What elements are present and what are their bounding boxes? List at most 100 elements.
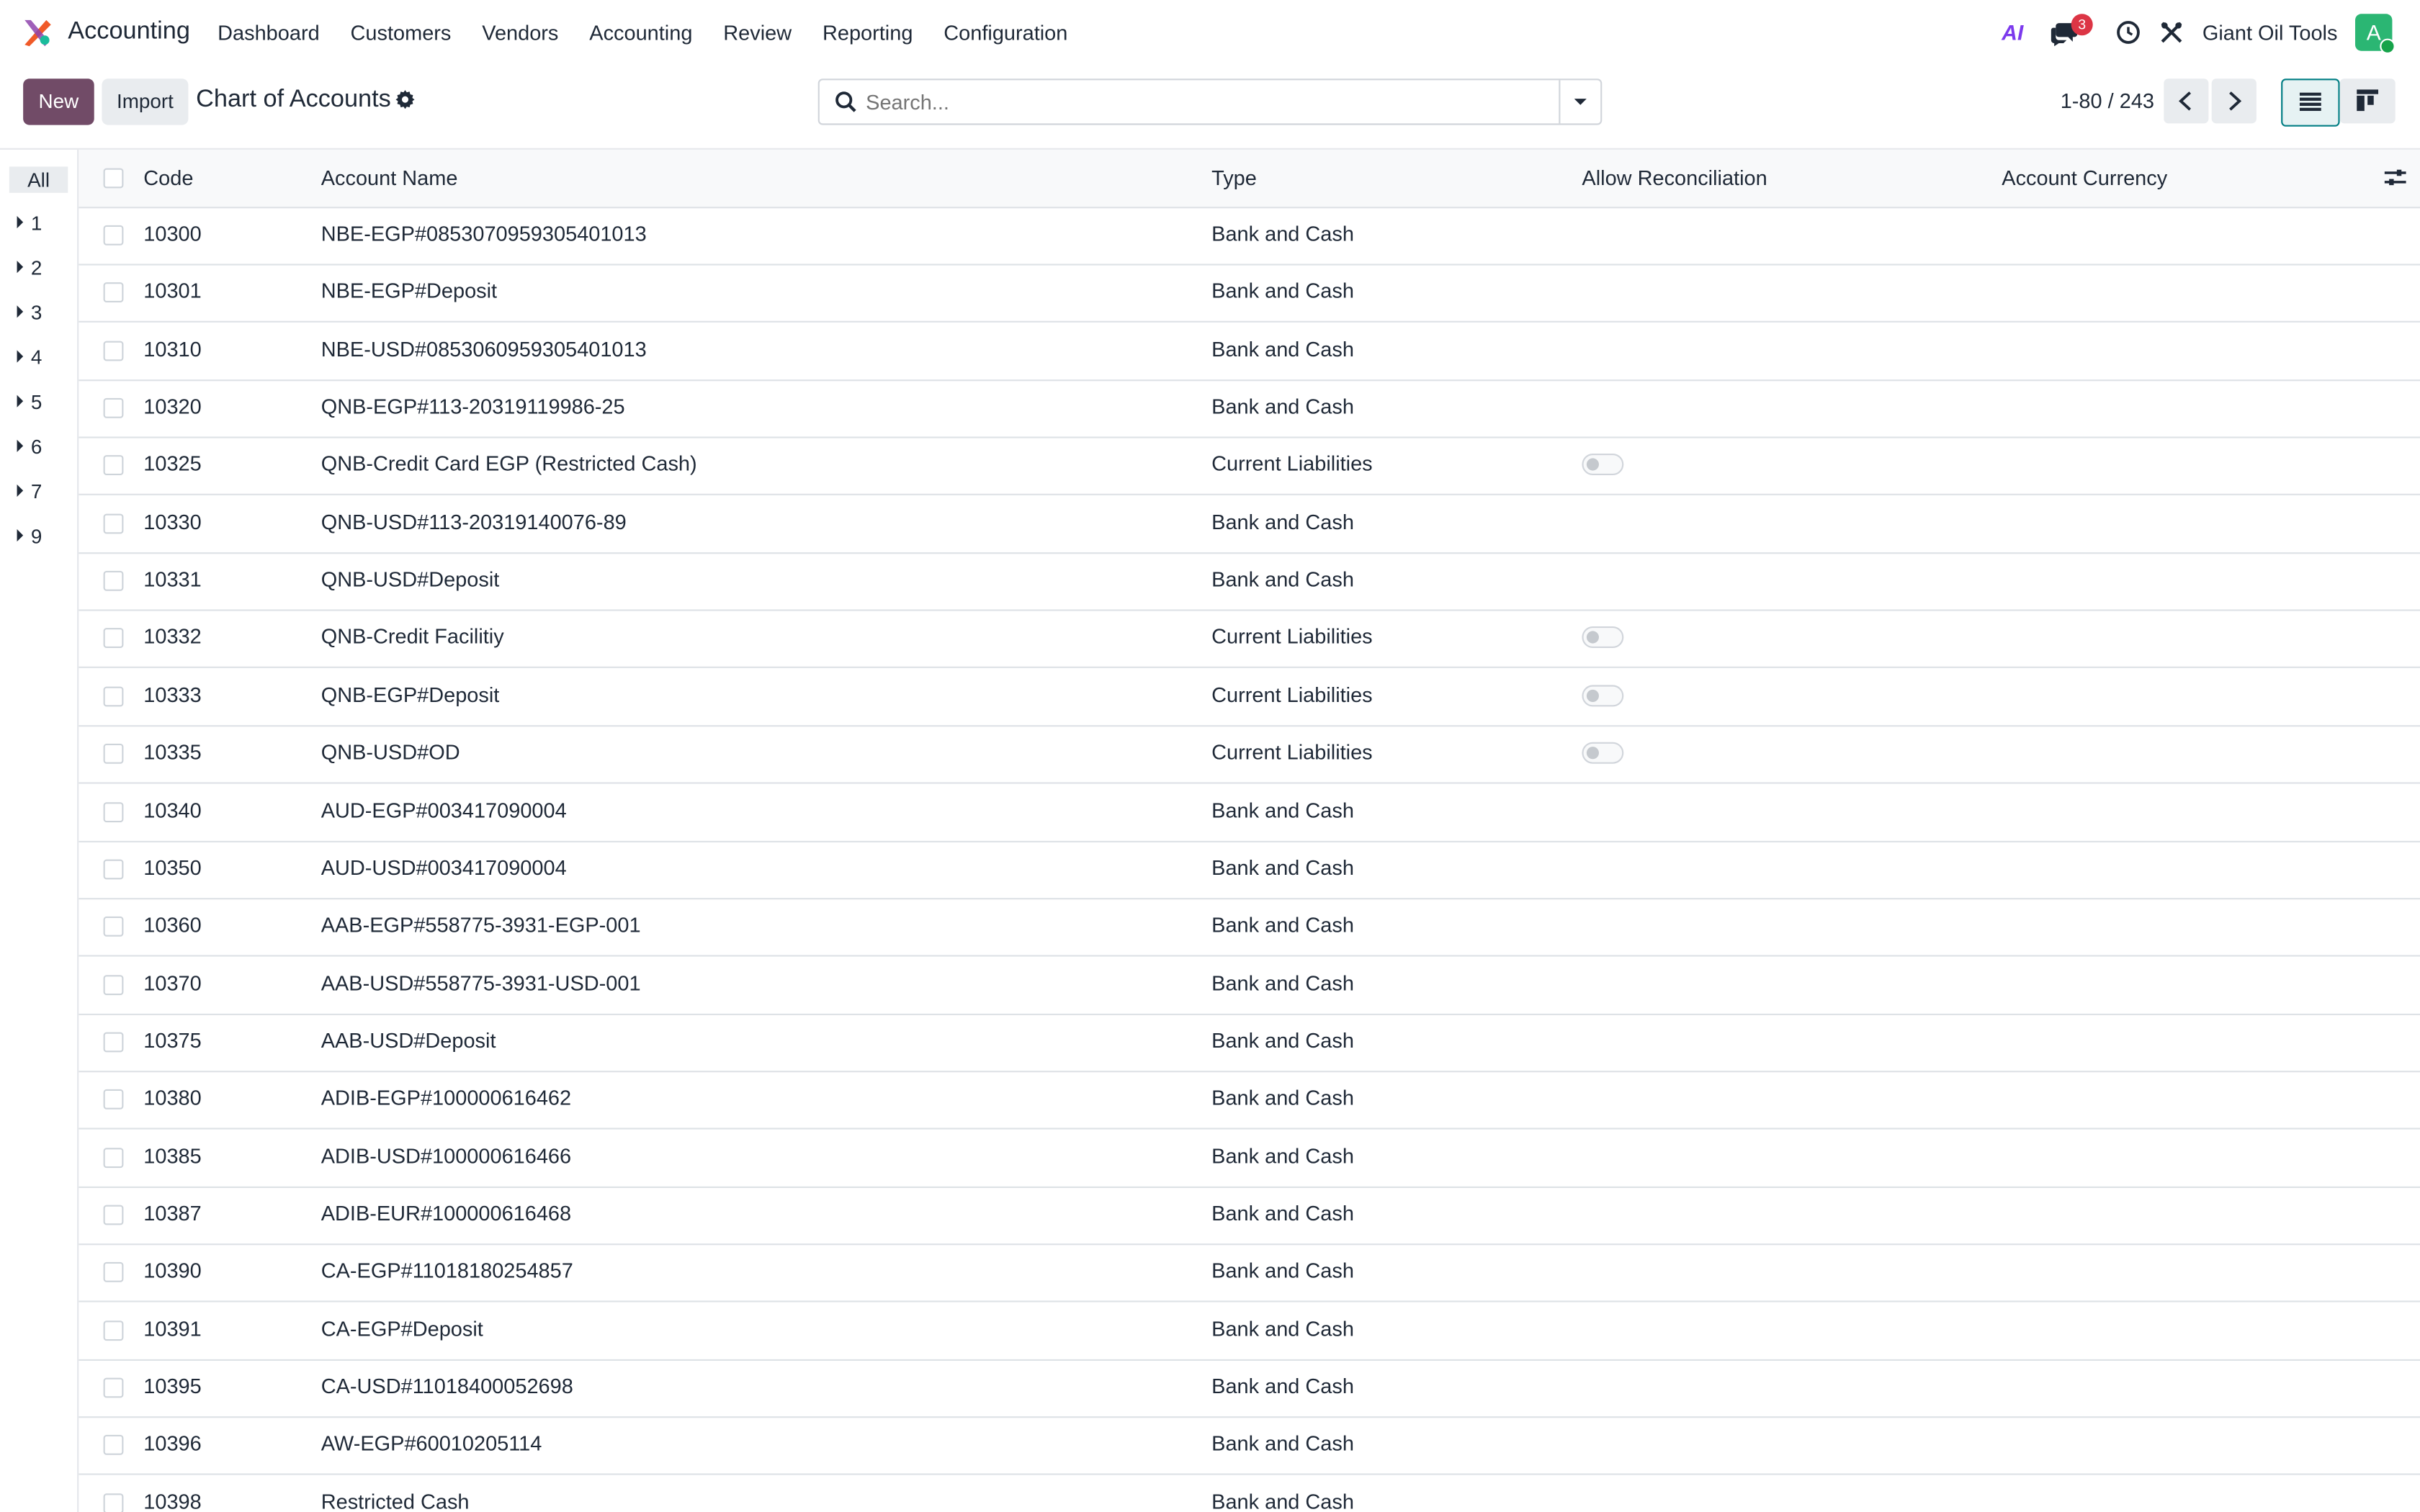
- row-checkbox[interactable]: [103, 513, 124, 534]
- gear-icon[interactable]: [395, 89, 416, 109]
- row-checkbox[interactable]: [103, 801, 124, 822]
- row-checkbox[interactable]: [103, 1493, 124, 1512]
- row-checkbox[interactable]: [103, 974, 124, 995]
- sidebar-item-label: 9: [30, 524, 42, 548]
- menu-item-vendors[interactable]: Vendors: [482, 22, 558, 45]
- row-checkbox[interactable]: [103, 1262, 124, 1283]
- table-row[interactable]: 10396 AW-EGP#60010205114 Bank and Cash: [79, 1417, 2420, 1476]
- pager-next-button[interactable]: [2211, 78, 2257, 124]
- row-checkbox[interactable]: [103, 1032, 124, 1053]
- table-row[interactable]: 10330 QNB-USD#113-20319140076-89 Bank and …: [79, 495, 2420, 554]
- row-checkbox[interactable]: [103, 1377, 124, 1398]
- sidebar-item-all[interactable]: All: [9, 166, 68, 193]
- cell-code: 10350: [143, 855, 202, 880]
- table-row[interactable]: 10331 QNB-USD#Deposit Bank and Cash: [79, 552, 2420, 611]
- row-checkbox[interactable]: [103, 1435, 124, 1456]
- row-checkbox[interactable]: [103, 1205, 124, 1225]
- search-divider: [1559, 80, 1561, 124]
- table-row[interactable]: 10380 ADIB-EGP#100000616462 Bank and Cash: [79, 1071, 2420, 1130]
- table-row[interactable]: 10360 AAB-EGP#558775-3931-EGP-001 Bank and…: [79, 899, 2420, 957]
- table-row[interactable]: 10395 CA-USD#11018400052698 Bank and Cash: [79, 1359, 2420, 1418]
- search-input[interactable]: [866, 80, 1545, 124]
- list-view-button[interactable]: [2281, 78, 2340, 127]
- table-row[interactable]: 10387 ADIB-EUR#100000616468 Bank and Cash: [79, 1187, 2420, 1246]
- table-row[interactable]: 10320 QNB-EGP#113-20319119986-25 Bank and …: [79, 379, 2420, 438]
- menu-item-accounting[interactable]: Accounting: [589, 22, 692, 45]
- page-title: Chart of Accounts: [196, 86, 391, 113]
- menu-item-customers[interactable]: Customers: [351, 22, 452, 45]
- table-row[interactable]: 10335 QNB-USD#OD Current Liabilities: [79, 725, 2420, 784]
- optional-columns-icon[interactable]: [2384, 166, 2406, 188]
- group-sidebar: All 1 2 3 4 5 6 7 9: [0, 149, 79, 1512]
- row-checkbox[interactable]: [103, 917, 124, 937]
- row-checkbox[interactable]: [103, 340, 124, 361]
- table-row[interactable]: 10350 AUD-USD#003417090004 Bank and Cash: [79, 841, 2420, 899]
- allow-reconciliation-toggle[interactable]: [1582, 742, 1624, 765]
- menu-item-configuration[interactable]: Configuration: [944, 22, 1067, 45]
- cell-account-name: NBE-USD#0853060959305401013: [321, 337, 647, 361]
- allow-reconciliation-toggle[interactable]: [1582, 454, 1624, 476]
- top-navbar: Accounting Dashboard Customers Vendors A…: [0, 0, 2420, 67]
- tools-icon[interactable]: [2159, 20, 2184, 45]
- ai-icon[interactable]: AI: [2002, 20, 2023, 45]
- table-row[interactable]: 10333 QNB-EGP#Deposit Current Liabilities: [79, 667, 2420, 726]
- table-row[interactable]: 10375 AAB-USD#Deposit Bank and Cash: [79, 1014, 2420, 1073]
- table-row[interactable]: 10301 NBE-EGP#Deposit Bank and Cash: [79, 264, 2420, 323]
- accounting-app-icon[interactable]: [22, 17, 53, 48]
- cell-account-name: CA-EGP#11018180254857: [321, 1259, 573, 1283]
- kanban-view-button[interactable]: [2339, 78, 2396, 124]
- company-name[interactable]: Giant Oil Tools: [2202, 22, 2338, 45]
- sidebar-item-3[interactable]: 3: [17, 301, 42, 324]
- row-checkbox[interactable]: [103, 225, 124, 246]
- row-checkbox[interactable]: [103, 397, 124, 418]
- table-row[interactable]: 10310 NBE-USD#0853060959305401013 Bank and…: [79, 322, 2420, 381]
- column-header-account-currency[interactable]: Account Currency: [2002, 166, 2167, 189]
- row-checkbox[interactable]: [103, 571, 124, 591]
- menu-item-reporting[interactable]: Reporting: [823, 22, 913, 45]
- row-checkbox[interactable]: [103, 629, 124, 649]
- row-checkbox[interactable]: [103, 1147, 124, 1168]
- table-row[interactable]: 10390 CA-EGP#11018180254857 Bank and Cash: [79, 1244, 2420, 1303]
- table-row[interactable]: 10332 QNB-Credit Facilitiy Current Liabili…: [79, 610, 2420, 669]
- table-row[interactable]: 10391 CA-EGP#Deposit Bank and Cash: [79, 1302, 2420, 1361]
- row-checkbox[interactable]: [103, 686, 124, 706]
- menu-item-review[interactable]: Review: [723, 22, 792, 45]
- table-row[interactable]: 10370 AAB-USD#558775-3931-USD-001 Bank and…: [79, 956, 2420, 1015]
- sidebar-item-2[interactable]: 2: [17, 256, 42, 279]
- table-row[interactable]: 10398 Restricted Cash Bank and Cash: [79, 1475, 2420, 1512]
- sidebar-item-7[interactable]: 7: [17, 480, 42, 503]
- search-options-caret-icon[interactable]: [1573, 96, 1588, 108]
- table-row[interactable]: 10300 NBE-EGP#0853070959305401013 Bank and…: [79, 207, 2420, 266]
- cell-account-name: AW-EGP#60010205114: [321, 1432, 542, 1456]
- pager-previous-button[interactable]: [2164, 78, 2209, 124]
- sidebar-item-9[interactable]: 9: [17, 525, 42, 548]
- sidebar-item-1[interactable]: 1: [17, 212, 42, 235]
- new-button[interactable]: New: [23, 78, 94, 125]
- allow-reconciliation-toggle[interactable]: [1582, 626, 1624, 649]
- column-header-account-name[interactable]: Account Name: [321, 166, 458, 189]
- row-checkbox[interactable]: [103, 1320, 124, 1341]
- row-checkbox[interactable]: [103, 282, 124, 303]
- table-row[interactable]: 10325 QNB-Credit Card EGP (Restricted Cas…: [79, 437, 2420, 496]
- row-checkbox[interactable]: [103, 744, 124, 765]
- column-header-type[interactable]: Type: [1211, 166, 1257, 189]
- row-checkbox[interactable]: [103, 455, 124, 476]
- cell-type: Bank and Cash: [1211, 1432, 1354, 1456]
- column-header-code[interactable]: Code: [143, 166, 193, 189]
- sidebar-item-5[interactable]: 5: [17, 390, 42, 413]
- row-checkbox[interactable]: [103, 859, 124, 880]
- table-row[interactable]: 10340 AUD-EGP#003417090004 Bank and Cash: [79, 783, 2420, 842]
- select-all-checkbox[interactable]: [103, 168, 124, 189]
- allow-reconciliation-toggle[interactable]: [1582, 684, 1624, 706]
- import-button[interactable]: Import: [102, 78, 189, 125]
- sidebar-item-6[interactable]: 6: [17, 435, 42, 458]
- app-name[interactable]: Accounting: [68, 19, 190, 47]
- search-icon: [835, 91, 856, 112]
- table-row[interactable]: 10385 ADIB-USD#100000616466 Bank and Cash: [79, 1129, 2420, 1188]
- pager-value[interactable]: 1-80 / 243: [2061, 89, 2154, 112]
- column-header-allow-reconciliation[interactable]: Allow Reconciliation: [1582, 166, 1767, 189]
- row-checkbox[interactable]: [103, 1089, 124, 1110]
- menu-item-dashboard[interactable]: Dashboard: [218, 22, 320, 45]
- sidebar-item-4[interactable]: 4: [17, 346, 42, 369]
- clock-icon[interactable]: [2116, 20, 2141, 45]
